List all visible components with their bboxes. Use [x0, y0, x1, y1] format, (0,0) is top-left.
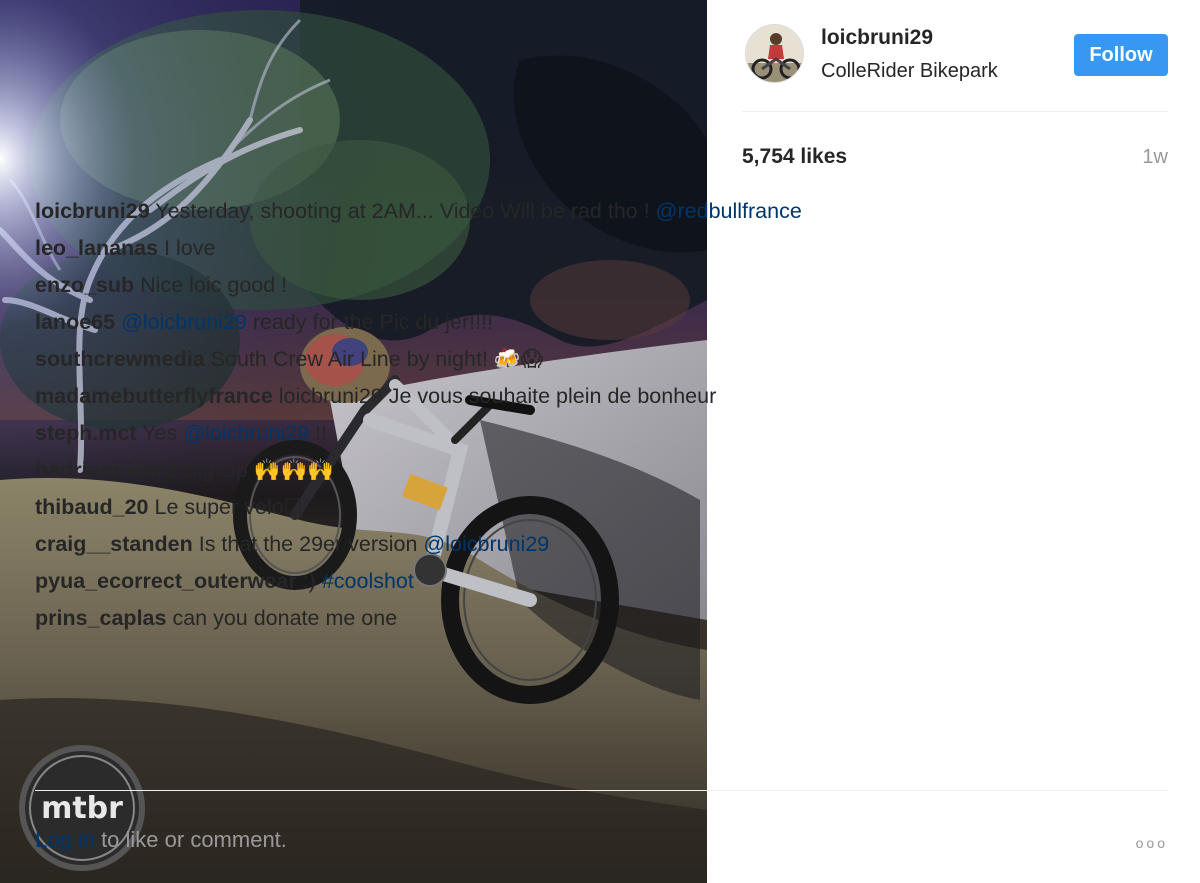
- comment-item: thibaud_20 Le super velo☐: [35, 494, 1168, 521]
- comment-username[interactable]: craig__standen: [35, 532, 193, 556]
- comment-text: Le super velo☐: [154, 495, 303, 519]
- comment-text: Is that the 29er version: [198, 532, 418, 556]
- more-options-icon[interactable]: ooo: [1136, 835, 1168, 851]
- comment-item: loicbruni29 Yesterday, shooting at 2AM..…: [35, 198, 1168, 225]
- comment-username[interactable]: lanoe65: [35, 310, 115, 334]
- comment-text: :): [302, 569, 316, 593]
- comment-item: pyua_ecorrect_outerwear :) #coolshot: [35, 568, 1168, 595]
- comment-item: leo_lananas I love: [35, 235, 1168, 262]
- comment-mention-link[interactable]: @loicbruni29: [183, 421, 309, 445]
- comment-username[interactable]: steph.mct: [35, 421, 137, 445]
- post-footer: Log in to like or comment. ooo: [35, 790, 1168, 883]
- comment-text: ready for the Pic du jer!!!!: [252, 310, 494, 334]
- avatar[interactable]: [745, 24, 804, 83]
- comment-text: can you donate me one: [172, 606, 398, 630]
- comment-mention-link[interactable]: @loicbruni29: [121, 310, 247, 334]
- username-link[interactable]: loicbruni29: [821, 26, 933, 50]
- comment-item: madamebutterflyfrance loicbruni29 Je vou…: [35, 383, 1168, 410]
- comment-username[interactable]: madamebutterflyfrance: [35, 384, 273, 408]
- comment-mention-link[interactable]: @redbullfrance: [656, 199, 802, 223]
- likes-row: 5,754 likes 1w: [742, 112, 1168, 172]
- comment-text: I love: [164, 236, 216, 260]
- post-header: loicbruni29 ColleRider Bikepark Follow: [742, 0, 1168, 112]
- comment-text: Yesterday, shooting at 2AM... Video Will…: [155, 199, 650, 223]
- comment-text: Yes: [142, 421, 178, 445]
- instagram-post: mtbr loicbruni29 ColleRider Bikepark Fol…: [0, 0, 1200, 883]
- comment-text: South Crew Air Line by night! 🍻😱: [210, 347, 544, 371]
- follow-button[interactable]: Follow: [1074, 34, 1168, 76]
- comment-username[interactable]: enzo_sub: [35, 273, 134, 297]
- comment-username[interactable]: hadrienpicard: [35, 458, 177, 482]
- login-prompt: Log in to like or comment.: [35, 827, 287, 853]
- comment-username[interactable]: leo_lananas: [35, 236, 158, 260]
- comment-item: lanoe65 @loicbruni29 ready for the Pic d…: [35, 309, 1168, 336]
- comment-text: loicbruni29 Je vous souhaite plein de bo…: [278, 384, 717, 408]
- comment-text: Nice loic good !: [140, 273, 288, 297]
- comment-username[interactable]: thibaud_20: [35, 495, 149, 519]
- comment-mention-link[interactable]: @loicbruni29: [423, 532, 549, 556]
- comments-list[interactable]: loicbruni29 Yesterday, shooting at 2AM..…: [35, 198, 1168, 790]
- comment-item: steph.mct Yes @loicbruni29 !!: [35, 420, 1168, 447]
- comment-username[interactable]: loicbruni29: [35, 199, 150, 223]
- comment-item: craig__standen Is that the 29er version …: [35, 531, 1168, 558]
- comment-text: !!: [315, 421, 327, 445]
- location-link[interactable]: ColleRider Bikepark: [821, 60, 998, 83]
- post-timestamp[interactable]: 1w: [1142, 146, 1168, 169]
- likes-count[interactable]: 5,754 likes: [742, 145, 847, 169]
- comment-item: southcrewmedia South Crew Air Line by ni…: [35, 346, 1168, 373]
- comment-username[interactable]: pyua_ecorrect_outerwear: [35, 569, 297, 593]
- comment-username[interactable]: prins_caplas: [35, 606, 166, 630]
- comment-mention-link[interactable]: #coolshot: [322, 569, 414, 593]
- comment-item: enzo_sub Nice loic good !: [35, 272, 1168, 299]
- login-link[interactable]: Log in: [35, 827, 95, 852]
- comment-username[interactable]: southcrewmedia: [35, 347, 205, 371]
- comment-item: prins_caplas can you donate me one: [35, 605, 1168, 632]
- comment-text: Big Up 🙌🙌🙌: [183, 458, 334, 482]
- comment-item: hadrienpicard Big Up 🙌🙌🙌: [35, 457, 1168, 484]
- login-prompt-text: to like or comment.: [94, 827, 287, 852]
